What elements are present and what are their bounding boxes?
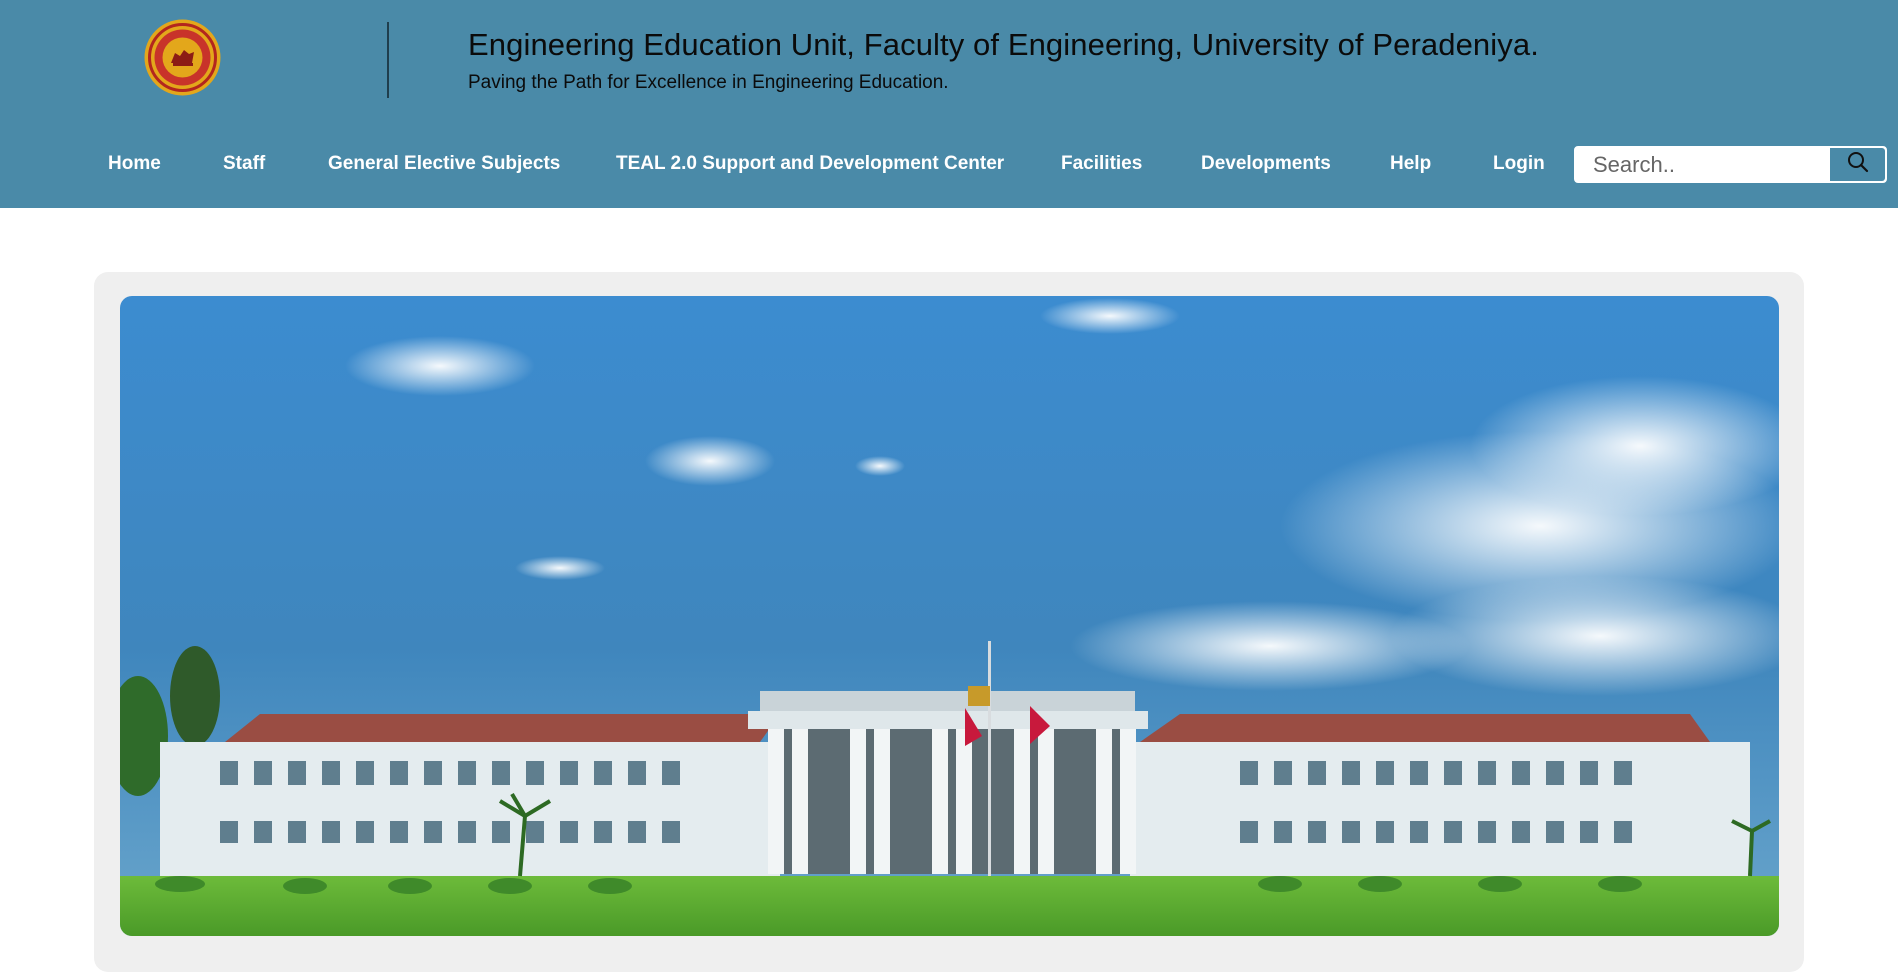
nav-login[interactable]: Login [1493,153,1545,175]
faculty-building-photo [120,296,1779,936]
site-title: Engineering Education Unit, Faculty of E… [468,27,1539,62]
nav-facilities[interactable]: Facilities [1061,153,1142,175]
search-input[interactable] [1576,148,1830,181]
nav-developments[interactable]: Developments [1201,153,1331,175]
search-icon [1847,151,1869,178]
nav-staff[interactable]: Staff [223,153,265,175]
nav-general-elective-subjects[interactable]: General Elective Subjects [328,153,560,175]
nav-help[interactable]: Help [1390,153,1431,175]
site-tagline: Paving the Path for Excellence in Engine… [468,72,949,93]
search-button[interactable] [1830,148,1885,181]
nav-teal-support-center[interactable]: TEAL 2.0 Support and Development Center [616,153,1004,175]
site-header: Engineering Education Unit, Faculty of E… [0,0,1898,208]
nav-home[interactable]: Home [108,153,161,175]
header-divider [387,22,389,98]
search-box [1574,146,1887,183]
university-crest-icon[interactable] [144,19,221,96]
hero-image [120,296,1779,936]
